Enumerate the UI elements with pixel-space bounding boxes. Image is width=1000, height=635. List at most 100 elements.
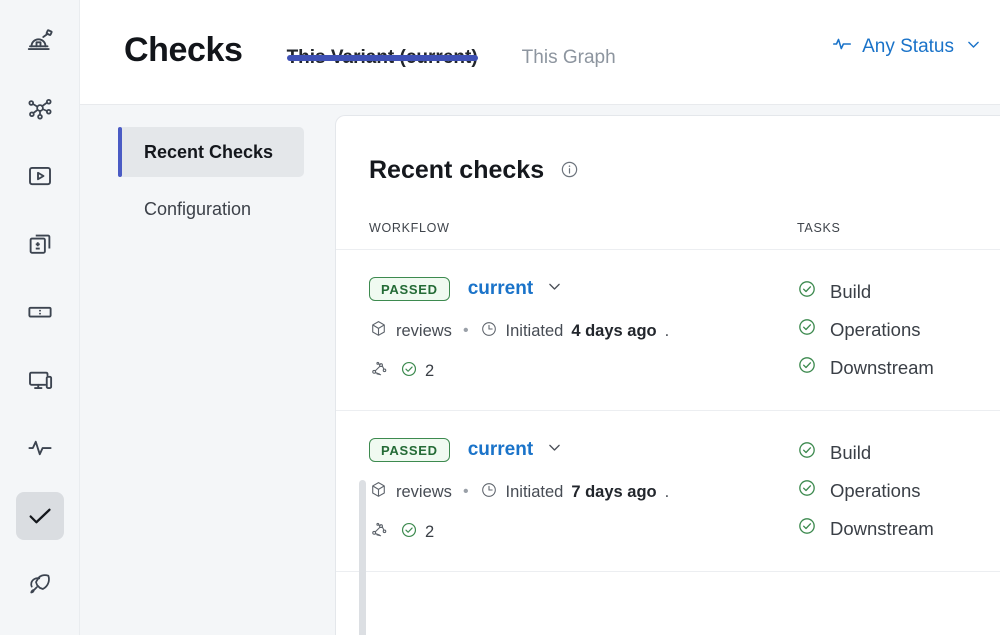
column-header-tasks: TASKS	[797, 221, 1000, 235]
workflow-primary-line: PASSED current	[369, 438, 797, 462]
workflow-meta-line: reviews • Initiated 4 days ago.	[369, 319, 797, 343]
tab-this-graph-label: This Graph	[522, 47, 616, 68]
status-badge[interactable]: PASSED	[369, 438, 450, 462]
card-title: Recent checks	[369, 156, 544, 185]
task-item: Operations	[797, 317, 1000, 342]
initiated-value: 7 days ago	[571, 483, 656, 502]
card-header: Recent checks	[336, 116, 1000, 185]
subgraph-check-count: 2	[400, 360, 434, 383]
check-circle-icon	[400, 521, 418, 544]
task-item: Operations	[797, 478, 1000, 503]
task-item: Build	[797, 440, 1000, 465]
task-label: Build	[830, 281, 871, 303]
check-circle-icon	[797, 355, 817, 380]
pulse-icon	[831, 33, 853, 61]
clients-icon	[25, 365, 55, 395]
rail-item-metrics[interactable]	[16, 424, 64, 472]
initiated-value: 4 days ago	[571, 322, 656, 341]
tasks-cell: Build Operations	[797, 438, 1000, 545]
main-region: Checks This Variant (current) This Graph…	[80, 0, 1000, 635]
initiated-period: .	[665, 322, 670, 341]
task-item: Downstream	[797, 516, 1000, 541]
status-filter-dropdown[interactable]: Any Status	[831, 33, 982, 61]
task-item: Build	[797, 279, 1000, 304]
package-icon	[369, 480, 388, 504]
tasks-cell: Build Operations	[797, 277, 1000, 384]
rail-item-explorer[interactable]	[16, 152, 64, 200]
rail-item-launches[interactable]	[16, 560, 64, 608]
vertical-scrollbar-thumb[interactable]	[359, 480, 366, 635]
meta-separator: •	[463, 483, 469, 501]
table-row[interactable]: PASSED current	[336, 411, 1000, 572]
task-label: Operations	[830, 319, 921, 341]
secondary-nav: Recent Checks Configuration	[80, 105, 335, 635]
rail-item-checks[interactable]	[16, 492, 64, 540]
recent-checks-card: Recent checks WORKFLOW TASKS	[335, 115, 1000, 635]
check-circle-icon	[797, 440, 817, 465]
initiated-label: Initiated	[506, 483, 564, 502]
variant-link[interactable]: current	[468, 278, 563, 301]
chevron-down-icon[interactable]	[546, 278, 563, 301]
sidebar-item-recent-checks[interactable]: Recent Checks	[118, 127, 304, 177]
clock-icon	[480, 320, 498, 343]
rail-item-home[interactable]	[16, 16, 64, 64]
tab-this-variant-label: This Variant (current)	[287, 47, 478, 68]
status-filter-label: Any Status	[862, 36, 954, 58]
check-circle-icon	[797, 516, 817, 541]
variant-link-label: current	[468, 439, 533, 461]
subgraph-icon	[369, 359, 389, 384]
tab-this-graph[interactable]: This Graph	[522, 0, 616, 69]
subgraph-count-value: 2	[425, 523, 434, 542]
table-header-row: WORKFLOW TASKS	[336, 185, 1000, 250]
subgraph-icon	[369, 520, 389, 545]
rail-item-clients[interactable]	[16, 356, 64, 404]
workflow-subgraph-line: 2	[369, 520, 797, 545]
variant-link[interactable]: current	[468, 439, 563, 462]
page-header: Checks This Variant (current) This Graph…	[80, 0, 1000, 105]
info-icon[interactable]	[560, 160, 579, 179]
rail-item-changelog[interactable]	[16, 220, 64, 268]
initiated-label: Initiated	[506, 322, 564, 341]
tab-this-variant[interactable]: This Variant (current)	[287, 0, 478, 69]
variant-link-label: current	[468, 278, 533, 300]
rail-item-fields[interactable]	[16, 288, 64, 336]
task-label: Downstream	[830, 518, 934, 540]
chevron-down-icon[interactable]	[546, 439, 563, 462]
subgraph-check-count: 2	[400, 521, 434, 544]
fields-icon	[25, 297, 55, 327]
task-label: Downstream	[830, 357, 934, 379]
column-header-workflow: WORKFLOW	[369, 221, 797, 235]
checkmark-icon	[25, 501, 55, 531]
content-area: Recent checks WORKFLOW TASKS	[335, 105, 1000, 635]
explorer-play-icon	[25, 161, 55, 191]
workflow-cell: PASSED current	[369, 438, 797, 545]
task-label: Build	[830, 442, 871, 464]
sidebar-item-configuration-label: Configuration	[144, 199, 251, 220]
meta-separator: •	[463, 322, 469, 340]
page-title: Checks	[124, 33, 243, 67]
workflow-meta-line: reviews • Initiated 7 days ago.	[369, 480, 797, 504]
task-label: Operations	[830, 480, 921, 502]
status-badge[interactable]: PASSED	[369, 277, 450, 301]
workflow-subgraph-line: 2	[369, 359, 797, 384]
subgraph-count-value: 2	[425, 362, 434, 381]
clock-icon	[480, 481, 498, 504]
rocket-icon	[25, 569, 55, 599]
app-root: Checks This Variant (current) This Graph…	[0, 0, 1000, 635]
sidebar-item-configuration[interactable]: Configuration	[118, 184, 304, 234]
check-circle-icon	[797, 478, 817, 503]
observatory-icon	[25, 25, 55, 55]
check-circle-icon	[797, 317, 817, 342]
package-name: reviews	[396, 483, 452, 502]
metrics-pulse-icon	[25, 433, 55, 463]
table-row[interactable]: PASSED current	[336, 250, 1000, 411]
task-item: Downstream	[797, 355, 1000, 380]
rail-item-graph[interactable]	[16, 84, 64, 132]
check-circle-icon	[797, 279, 817, 304]
tab-bar: This Variant (current) This Graph	[287, 0, 660, 105]
changelog-icon	[25, 229, 55, 259]
initiated-period: .	[665, 483, 670, 502]
page-body: Recent Checks Configuration Recent check…	[80, 105, 1000, 635]
package-name: reviews	[396, 322, 452, 341]
workflow-primary-line: PASSED current	[369, 277, 797, 301]
